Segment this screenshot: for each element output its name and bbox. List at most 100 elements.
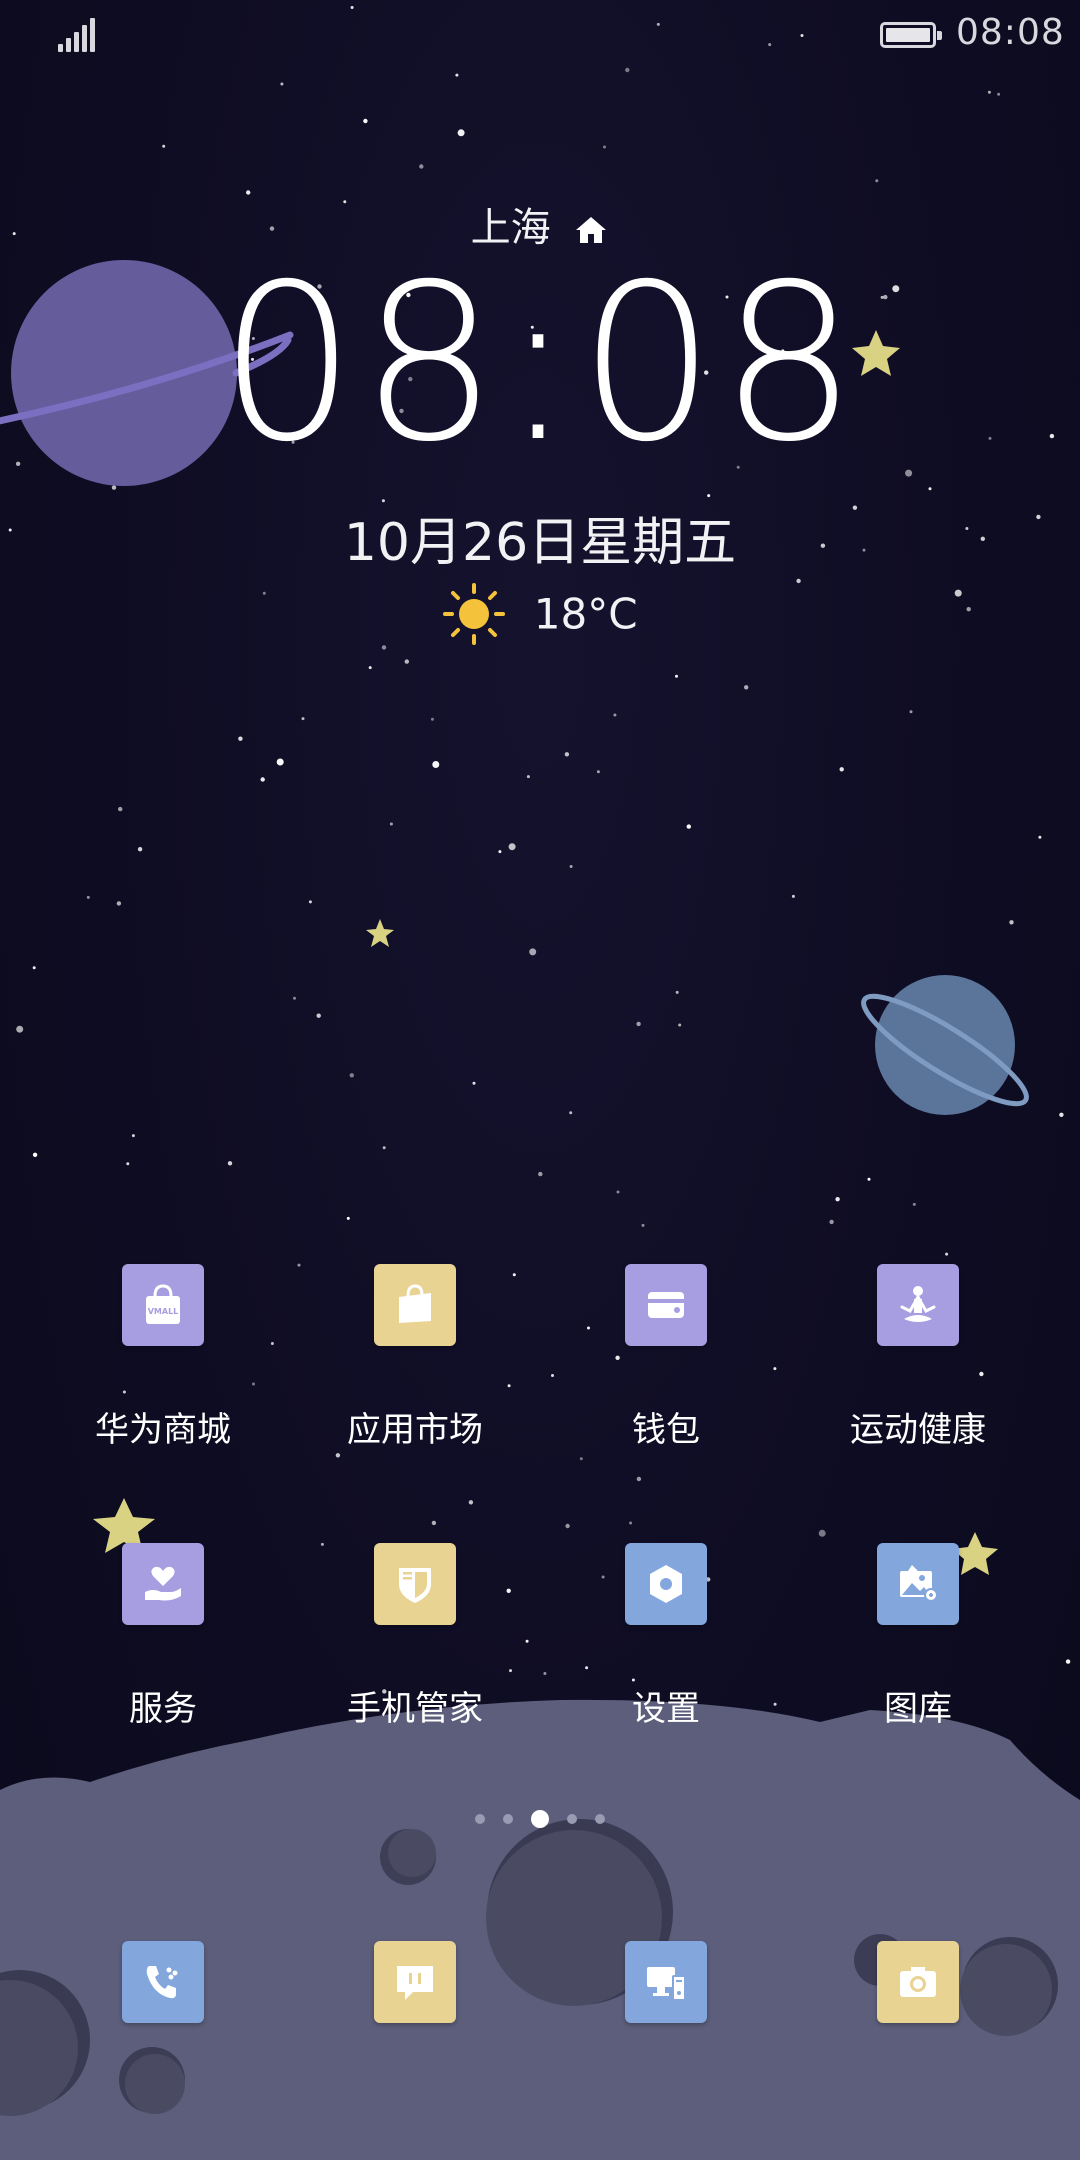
star	[118, 806, 123, 812]
app-settings[interactable]: 设置	[556, 1543, 776, 1730]
computer-icon	[625, 1941, 707, 2023]
gallery-icon	[877, 1543, 959, 1625]
meditation-icon	[877, 1264, 959, 1346]
star	[457, 129, 465, 137]
app-label: 手机管家	[347, 1689, 483, 1729]
star	[498, 850, 502, 854]
star	[987, 90, 991, 94]
svg-text:VMALL: VMALL	[148, 1307, 179, 1316]
clock-date: 10月26日星期五	[343, 513, 737, 573]
star	[468, 1500, 474, 1505]
star	[707, 494, 711, 498]
star	[928, 487, 932, 491]
star	[363, 118, 368, 124]
blue-planet	[861, 975, 1029, 1115]
moon-surface	[0, 1699, 1080, 2160]
page-dot-active[interactable]	[531, 1809, 549, 1828]
dock-messages[interactable]	[305, 1941, 525, 2023]
star	[508, 843, 516, 851]
star	[335, 1453, 341, 1458]
vmall-bag-icon: VMALL	[122, 1264, 204, 1346]
star	[472, 1081, 476, 1085]
clock-time[interactable]: 08:08	[0, 256, 1080, 472]
star	[596, 770, 600, 774]
status-bar: 08:08	[0, 0, 1080, 70]
app-phone-manager[interactable]: 手机管家	[305, 1543, 525, 1730]
star	[603, 145, 606, 149]
status-time: 08:08	[956, 12, 1065, 53]
star	[349, 1073, 354, 1078]
star	[818, 1529, 826, 1537]
star	[829, 1219, 834, 1225]
temperature: 18°C	[533, 589, 638, 639]
star	[432, 761, 440, 768]
dock-camera[interactable]	[808, 1941, 1028, 2023]
star	[137, 847, 143, 852]
star	[1065, 1659, 1071, 1664]
dock-phone[interactable]	[53, 1941, 273, 2023]
app-label: 应用市场	[347, 1410, 483, 1450]
page-dot[interactable]	[503, 1813, 513, 1824]
star	[526, 775, 530, 779]
star	[835, 1197, 840, 1202]
home-screen: 08:08 上海 08:08 10月26日星期五 18°C VMALL 华为商城	[0, 0, 1080, 2160]
page-dot[interactable]	[567, 1813, 577, 1824]
star	[419, 164, 424, 169]
star	[675, 990, 679, 994]
camera-icon	[877, 1941, 959, 2023]
star	[389, 822, 393, 826]
star	[636, 1476, 642, 1482]
star	[791, 894, 795, 898]
star	[280, 82, 284, 86]
star	[569, 865, 573, 868]
star	[675, 674, 678, 678]
star	[316, 1013, 321, 1018]
star	[16, 1025, 24, 1033]
star	[404, 659, 409, 664]
settings-hex-icon	[625, 1543, 707, 1625]
signal-bars-icon	[58, 18, 98, 52]
weather-info[interactable]: 18°C	[0, 582, 1080, 646]
app-huawei-mall[interactable]: VMALL 华为商城	[53, 1264, 273, 1451]
app-app-market[interactable]: 应用市场	[305, 1264, 525, 1451]
star	[543, 1672, 547, 1675]
app-wallet[interactable]: 钱包	[556, 1264, 776, 1451]
page-dot[interactable]	[475, 1813, 485, 1824]
page-dot[interactable]	[595, 1813, 605, 1824]
star	[455, 73, 459, 77]
dock-computer[interactable]	[556, 1941, 776, 2023]
star	[551, 1374, 554, 1377]
star	[382, 1146, 386, 1150]
star	[1038, 835, 1042, 839]
star	[131, 1134, 135, 1138]
app-gallery[interactable]: 图库	[808, 1543, 1028, 1730]
star	[301, 717, 305, 721]
app-health[interactable]: 运动健康	[808, 1264, 1028, 1451]
phone-icon	[122, 1941, 204, 2023]
star	[1059, 1112, 1064, 1118]
messages-icon	[374, 1941, 456, 2023]
star	[1009, 920, 1014, 925]
battery-full-icon	[880, 22, 942, 48]
heart-hand-icon	[122, 1543, 204, 1625]
star	[86, 895, 90, 899]
shield-icon	[374, 1543, 456, 1625]
app-label: 钱包	[632, 1410, 700, 1450]
star	[636, 1021, 641, 1027]
page-indicator[interactable]	[0, 1808, 1080, 1828]
sunny-icon	[443, 583, 506, 645]
app-services[interactable]: 服务	[53, 1543, 273, 1730]
star	[945, 1252, 949, 1256]
star	[431, 1520, 437, 1526]
star	[744, 685, 749, 690]
wallet-icon	[625, 1264, 707, 1346]
star	[162, 144, 166, 148]
star	[293, 996, 296, 1000]
star	[308, 900, 312, 904]
app-market-bag-icon	[374, 1264, 456, 1346]
star	[525, 1639, 529, 1643]
star	[368, 666, 372, 670]
star	[641, 1223, 645, 1227]
star	[529, 948, 537, 956]
star	[538, 1171, 543, 1177]
